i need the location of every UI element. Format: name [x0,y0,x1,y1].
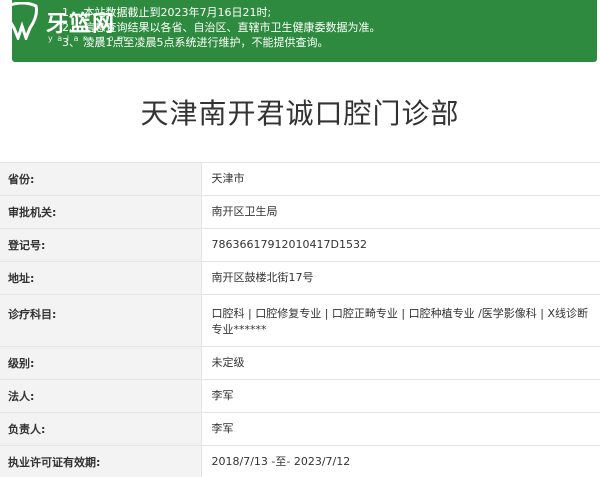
table-row: 地址: 南开区鼓楼北街17号 [0,261,600,295]
notice-line: 2、 信息查询结果以各省、自治区、直辖市卫生健康委数据为准。 [62,21,381,34]
row-label-license-validity: 执业许可证有效期: [0,445,202,477]
page-title: 天津南开君诚口腔门诊部 [140,97,460,130]
row-value-license-validity: 2018/7/13 -至- 2023/7/12 [201,445,600,477]
row-value-authority: 南开区卫生局 [201,195,600,229]
row-label-level: 级别: [0,346,202,380]
notice-line: 3、 凌晨1点至凌晨5点系统进行维护，不能提供查询。 [62,36,329,49]
notice-line: 1、 本站数据截止到2023年7月16日21时; [62,6,272,19]
table-row: 负责人: 李军 [0,412,600,446]
row-value-responsible: 李军 [201,412,600,446]
table-row: 省份: 天津市 [0,162,600,196]
brand-url: y a l a n . c o m [48,34,127,43]
table-row: 登记号: 78636617912010417D1532 [0,228,600,262]
row-value-departments: 口腔科 | 口腔修复专业 | 口腔正畸专业 | 口腔种植专业 /医学影像科 | … [201,294,600,347]
clinic-info-table: 省份: 天津市 审批机关: 南开区卫生局 登记号: 78636617912010… [0,162,600,477]
row-label-legal-person: 法人: [0,379,202,413]
row-label-province: 省份: [0,162,202,196]
row-value-legal-person: 李军 [201,379,600,413]
table-row: 执业许可证有效期: 2018/7/13 -至- 2023/7/12 [0,445,600,477]
row-value-province: 天津市 [201,162,600,196]
row-label-authority: 审批机关: [0,195,202,229]
table-row: 级别: 未定级 [0,346,600,380]
tooth-icon [6,2,38,40]
row-value-registration: 78636617912010417D1532 [201,228,600,262]
row-label-responsible: 负责人: [0,412,202,446]
row-label-registration: 登记号: [0,228,202,262]
row-value-level: 未定级 [201,346,600,380]
table-row: 诊疗科目: 口腔科 | 口腔修复专业 | 口腔正畸专业 | 口腔种植专业 /医学… [0,294,600,347]
row-label-departments: 诊疗科目: [0,294,202,347]
table-row: 法人: 李军 [0,379,600,413]
table-row: 审批机关: 南开区卫生局 [0,195,600,229]
row-value-address: 南开区鼓楼北街17号 [201,261,600,295]
site-logo[interactable]: 牙篮网 y a l a n . c o m [0,0,130,43]
row-label-address: 地址: [0,261,202,295]
